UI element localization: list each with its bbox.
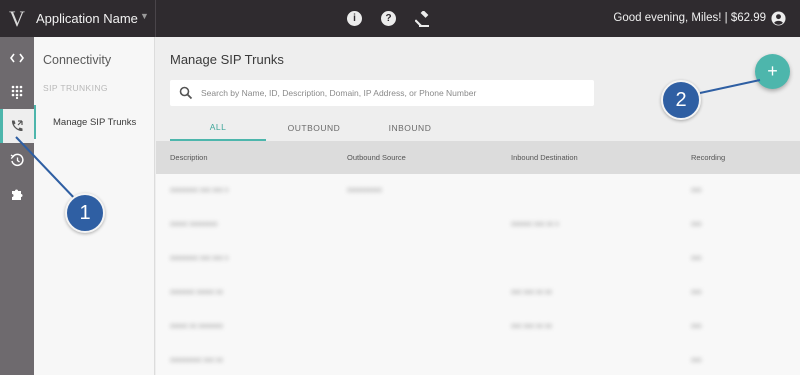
account-icon[interactable] <box>771 11 786 26</box>
tab-all[interactable]: ALL <box>170 115 266 141</box>
search-icon <box>179 86 193 100</box>
history-icon[interactable] <box>0 143 34 177</box>
table-cell: xxx <box>691 357 702 364</box>
table-body: xxxxxxxx xxx xxx x xxxxxxxxxx xxx xxxxx xxx… <box>156 174 800 375</box>
phone-forward-icon[interactable] <box>0 109 34 143</box>
table-cell: xxx <box>691 187 702 194</box>
app-name-selector[interactable]: Application Name <box>36 0 138 37</box>
sidebar-section-heading: SIP TRUNKING <box>43 83 108 93</box>
table-cell: xxxxx xxxxxxxx <box>170 221 218 228</box>
help-icon[interactable]: ? <box>379 9 398 28</box>
main-content: Manage SIP Trunks ALL OUTBOUND INBOUND +… <box>156 37 800 375</box>
table-row[interactable]: xxxxxxxx xxx xxx x xxxxxxxxxx xxx <box>156 174 800 208</box>
topbar-divider <box>155 0 156 37</box>
code-icon[interactable] <box>0 41 34 75</box>
column-inbound-destination[interactable]: Inbound Destination <box>511 141 578 174</box>
table-cell: xxxxxx xxx xx x <box>511 221 559 228</box>
app-logo[interactable]: V <box>0 0 34 37</box>
table-row[interactable]: xxxxx xxxxxxxx xxxxxx xxx xx x xxx <box>156 208 800 242</box>
table-cell: xxx xxx xx xx <box>511 289 552 296</box>
dialpad-icon[interactable] <box>0 75 34 109</box>
column-outbound-source[interactable]: Outbound Source <box>347 141 406 174</box>
search-input[interactable] <box>201 80 589 106</box>
tab-outbound[interactable]: OUTBOUND <box>266 115 362 141</box>
sidebar-item-label: Manage SIP Trunks <box>53 116 137 128</box>
table-cell: xxxxxxxx xxx xxx x <box>170 187 229 194</box>
gavel-icon[interactable] <box>413 9 432 28</box>
top-bar: V Application Name ▼ i ? Good evening, M… <box>0 0 800 37</box>
table-cell: xxxxx xx xxxxxxx <box>170 323 223 330</box>
table-cell: xxx <box>691 255 702 262</box>
table-row[interactable]: xxxxxxxx xxx xxx x xxx <box>156 242 800 276</box>
chevron-down-icon[interactable]: ▼ <box>140 11 149 21</box>
info-icon[interactable]: i <box>345 9 364 28</box>
callout-badge-2: 2 <box>661 80 701 120</box>
table-row[interactable]: xxxxx xx xxxxxxx xxx xxx xx xx xxx <box>156 310 800 344</box>
column-recording[interactable]: Recording <box>691 141 725 174</box>
table-row[interactable]: xxxxxxx xxxxx xx xxx xxx xx xx xxx <box>156 276 800 310</box>
table-row[interactable]: xxxxxxxxx xxx xx xxx <box>156 344 800 375</box>
table-cell: xxx <box>691 289 702 296</box>
table-header: Description Outbound Source Inbound Dest… <box>156 141 800 174</box>
sidebar-title: Connectivity <box>43 53 112 67</box>
extension-icon[interactable] <box>0 177 34 211</box>
table-cell: xxx <box>691 221 702 228</box>
greeting-balance: Good evening, Miles! | $62.99 <box>613 12 766 24</box>
icon-rail <box>0 37 34 375</box>
table-cell: xxx xxx xx xx <box>511 323 552 330</box>
table-cell: xxx <box>691 323 702 330</box>
tab-inbound[interactable]: INBOUND <box>362 115 458 141</box>
add-sip-trunk-button[interactable]: + <box>755 54 790 89</box>
table-cell: xxxxxxxxx xxx xx <box>170 357 223 364</box>
sidebar-item-manage-sip-trunks[interactable]: Manage SIP Trunks <box>34 105 155 139</box>
table-cell: xxxxxxxx xxx xxx x <box>170 255 229 262</box>
table-cell: xxxxxxxxxx <box>347 187 382 194</box>
search-box <box>170 80 594 106</box>
page-title: Manage SIP Trunks <box>170 52 284 67</box>
callout-badge-1: 1 <box>65 193 105 233</box>
table-cell: xxxxxxx xxxxx xx <box>170 289 223 296</box>
column-description[interactable]: Description <box>170 141 208 174</box>
